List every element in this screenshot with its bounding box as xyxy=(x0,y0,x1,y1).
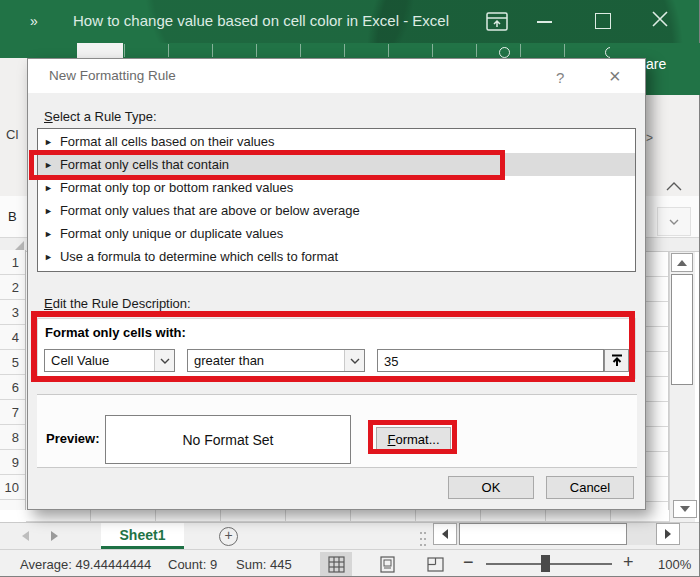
sheet-tab[interactable]: Sheet1 xyxy=(101,523,184,549)
ribbon-display-options-icon[interactable] xyxy=(486,11,508,36)
grid-cells-bottom xyxy=(26,510,669,522)
clipboard-group-label: Cl xyxy=(6,127,18,142)
row-header[interactable]: 1 xyxy=(0,250,25,275)
share-button[interactable]: are xyxy=(646,56,666,72)
row-header[interactable]: 4 xyxy=(0,325,25,350)
dialog-title-bar[interactable]: New Formatting Rule ? × xyxy=(28,59,645,93)
row-header[interactable]: 5 xyxy=(0,350,25,375)
zoom-out-icon[interactable]: − xyxy=(463,552,474,573)
sheet-nav-right-icon[interactable] xyxy=(51,531,58,541)
row-header[interactable]: 9 xyxy=(0,450,25,475)
horizontal-scrollbar[interactable] xyxy=(433,523,680,545)
annotation-rule-type xyxy=(29,150,505,180)
zoom-in-icon[interactable]: + xyxy=(623,552,634,573)
zoom-slider-thumb[interactable] xyxy=(541,555,550,572)
tab-splitter-handle[interactable] xyxy=(419,530,427,546)
row-header[interactable]: 10 xyxy=(0,475,25,500)
rule-type-text: Use a formula to determine which cells t… xyxy=(60,249,338,264)
scroll-right-icon[interactable] xyxy=(656,523,680,545)
rule-type-option[interactable]: ► Format only unique or duplicate values xyxy=(38,222,635,245)
rule-type-option[interactable]: ► Format only values that are above or be… xyxy=(38,199,635,222)
add-sheet-button[interactable]: + xyxy=(219,527,238,546)
ribbon-more-chevron-icon[interactable]: > xyxy=(646,131,653,145)
row-header[interactable]: 3 xyxy=(0,300,25,325)
scroll-left-icon[interactable] xyxy=(433,523,457,545)
rule-bullet-icon: ► xyxy=(44,183,53,193)
zoom-level[interactable]: 100% xyxy=(658,557,691,572)
excel-window: » How to change value based on cell colo… xyxy=(0,0,700,577)
rule-type-text: Format all cells based on their values xyxy=(60,134,275,149)
normal-view-icon[interactable] xyxy=(320,552,352,576)
cancel-button[interactable]: Cancel xyxy=(546,476,634,499)
dialog-help-icon[interactable]: ? xyxy=(556,69,564,86)
rule-type-text: Format only values that are above or bel… xyxy=(60,203,360,218)
scroll-up-icon[interactable] xyxy=(671,253,693,272)
quick-access-overflow-icon[interactable]: » xyxy=(30,13,36,29)
rule-bullet-icon: ► xyxy=(44,137,53,147)
preview-panel: Preview: No Format Set Format... xyxy=(37,394,637,468)
row-header[interactable]: 2 xyxy=(0,275,25,300)
rule-type-option[interactable]: ► Use a formula to determine which cells … xyxy=(38,245,635,268)
close-icon[interactable] xyxy=(650,9,670,33)
ok-button[interactable]: OK xyxy=(448,476,534,499)
row-headers: 1 2 3 4 5 6 7 8 9 10 xyxy=(0,250,26,510)
rule-type-text: Format only unique or duplicate values xyxy=(60,226,283,241)
row-header[interactable]: 8 xyxy=(0,425,25,450)
collapse-ribbon-icon[interactable] xyxy=(666,177,682,195)
annotation-criteria xyxy=(31,311,635,382)
rule-type-text: Format only top or bottom ranked values xyxy=(60,180,293,195)
row-header[interactable]: 6 xyxy=(0,375,25,400)
page-layout-view-icon[interactable] xyxy=(371,552,403,576)
grid-cells-right xyxy=(645,252,669,510)
maximize-icon[interactable] xyxy=(595,13,611,29)
page-break-view-icon[interactable] xyxy=(419,552,451,576)
rule-bullet-icon: ► xyxy=(44,252,53,262)
window-title: How to change value based on cell color … xyxy=(73,12,449,29)
status-count[interactable]: Count: 9 xyxy=(168,557,217,572)
horizontal-scrollbar-thumb[interactable] xyxy=(459,523,627,545)
vertical-scrollbar-thumb[interactable] xyxy=(671,274,693,385)
minimize-icon[interactable] xyxy=(537,21,552,23)
new-formatting-rule-dialog: New Formatting Rule ? × Select a Rule Ty… xyxy=(27,58,646,510)
rule-bullet-icon: ► xyxy=(44,206,53,216)
dialog-title: New Formatting Rule xyxy=(49,68,176,83)
name-box[interactable]: B xyxy=(8,209,17,224)
status-sum[interactable]: Sum: 445 xyxy=(236,557,292,572)
active-ribbon-tab[interactable] xyxy=(77,43,123,58)
dialog-close-icon[interactable]: × xyxy=(609,65,621,88)
format-preview-box: No Format Set xyxy=(105,415,351,464)
formula-bar-expand-icon[interactable] xyxy=(657,207,691,236)
search-icon[interactable] xyxy=(499,47,510,58)
scroll-down-icon[interactable] xyxy=(673,500,697,518)
rule-type-label: Select a Rule Type: xyxy=(44,109,157,124)
edit-description-label: Edit the Rule Description: xyxy=(44,296,191,311)
sheet-nav-left-icon[interactable] xyxy=(22,531,29,541)
status-bar: Average: 49.44444444 Count: 9 Sum: 445 −… xyxy=(0,549,700,577)
preview-label: Preview: xyxy=(46,431,99,446)
rule-bullet-icon: ► xyxy=(44,229,53,239)
row-header[interactable]: 7 xyxy=(0,400,25,425)
annotation-format-button xyxy=(368,420,457,454)
status-average[interactable]: Average: 49.44444444 xyxy=(20,557,151,572)
